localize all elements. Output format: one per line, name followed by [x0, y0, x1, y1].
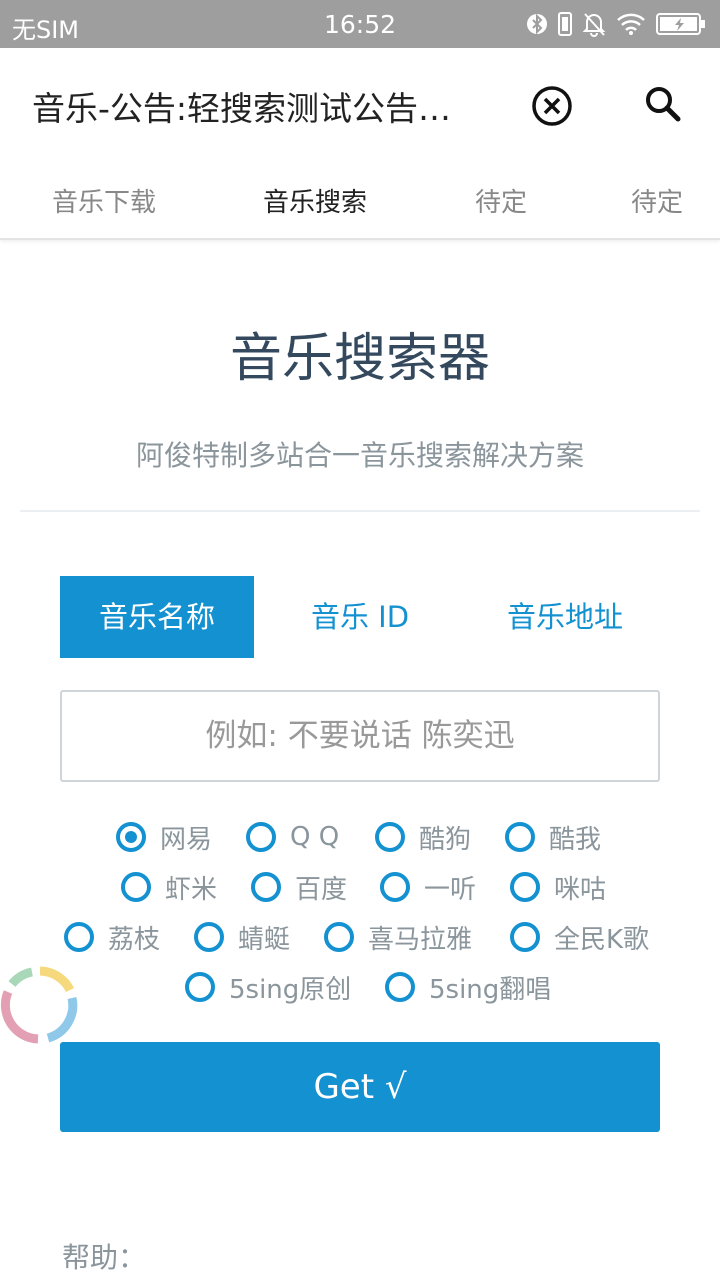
radio-icon[interactable]	[385, 972, 415, 1002]
source-label: 咪咕	[554, 874, 607, 905]
main-subheading: 阿俊特制多站合一音乐搜索解决方案	[135, 439, 584, 472]
search-input[interactable]	[60, 690, 660, 782]
tab-pending-2[interactable]: 待定	[631, 182, 683, 219]
source-label: 虾米	[165, 874, 218, 905]
source-label: 蜻蜓	[238, 924, 291, 955]
tab-pending-1[interactable]: 待定	[475, 182, 527, 219]
close-icon[interactable]	[529, 83, 575, 129]
source-label: 5sing原创	[229, 974, 352, 1005]
source-label: Q Q	[290, 822, 340, 852]
source-option-netease[interactable]: 网易	[116, 817, 212, 857]
tab-music-search[interactable]: 音乐搜索	[263, 182, 367, 219]
source-option-5sing-original[interactable]: 5sing原创	[185, 967, 351, 1007]
source-option-kuwo[interactable]: 酷我	[505, 817, 601, 857]
mute-bell-icon	[582, 11, 606, 37]
radio-icon[interactable]	[375, 822, 405, 852]
source-option-qq[interactable]: Q Q	[246, 817, 339, 857]
radio-checked-icon[interactable]	[116, 822, 146, 852]
source-option-ximalaya[interactable]: 喜马拉雅	[324, 917, 472, 957]
radio-icon[interactable]	[324, 922, 354, 952]
source-label: 网易	[160, 824, 213, 855]
help-label: 帮助：	[62, 1241, 147, 1274]
vibrate-icon	[558, 12, 572, 36]
status-bar: 无SIM 16:52	[0, 0, 720, 48]
source-option-5sing-cover[interactable]: 5sing翻唱	[385, 967, 551, 1007]
radio-icon[interactable]	[380, 872, 410, 902]
source-option-xiami[interactable]: 虾米	[121, 867, 217, 907]
page-title: 音乐-公告:轻搜索测试公告…	[32, 89, 452, 128]
source-label: 全民K歌	[554, 924, 650, 955]
floating-ball-icon[interactable]	[0, 958, 86, 1052]
radio-icon[interactable]	[64, 922, 94, 952]
radio-icon[interactable]	[121, 872, 151, 902]
source-option-quanmin-kge[interactable]: 全民K歌	[510, 917, 649, 957]
source-label: 5sing翻唱	[429, 974, 552, 1005]
battery-charging-icon	[656, 11, 706, 37]
source-option-baidu[interactable]: 百度	[251, 867, 347, 907]
source-label: 酷我	[549, 824, 602, 855]
source-option-kugou[interactable]: 酷狗	[375, 817, 471, 857]
radio-icon[interactable]	[194, 922, 224, 952]
search-icon[interactable]	[640, 81, 686, 127]
top-tab-bar: 音乐下载 音乐搜索 待定 待定	[0, 160, 720, 240]
main-heading: 音乐搜索器	[229, 329, 490, 389]
source-option-yiting[interactable]: 一听	[380, 867, 476, 907]
source-option-lizhi[interactable]: 荔枝	[64, 917, 160, 957]
source-label: 喜马拉雅	[368, 924, 473, 955]
radio-icon[interactable]	[510, 922, 540, 952]
status-icons	[526, 10, 706, 38]
mode-tab-name[interactable]: 音乐名称	[60, 576, 254, 658]
source-option-migu[interactable]: 咪咕	[510, 867, 606, 907]
source-label: 百度	[295, 874, 348, 905]
source-label: 酷狗	[419, 824, 472, 855]
source-option-qingting[interactable]: 蜻蜓	[194, 917, 290, 957]
bluetooth-icon	[526, 11, 548, 37]
divider	[20, 510, 700, 512]
source-label: 一听	[424, 874, 477, 905]
source-label: 荔枝	[108, 924, 161, 955]
radio-icon[interactable]	[251, 872, 281, 902]
search-mode-tabs: 音乐名称 音乐 ID 音乐地址	[60, 576, 660, 658]
radio-icon[interactable]	[185, 972, 215, 1002]
radio-icon[interactable]	[510, 872, 540, 902]
radio-icon[interactable]	[246, 822, 276, 852]
radio-icon[interactable]	[505, 822, 535, 852]
tab-music-download[interactable]: 音乐下载	[52, 182, 156, 219]
mode-tab-url[interactable]: 音乐地址	[470, 576, 660, 658]
wifi-icon	[616, 12, 646, 36]
app-bar: 音乐-公告:轻搜索测试公告…	[0, 48, 720, 160]
get-button[interactable]: Get √	[60, 1042, 660, 1132]
mode-tab-id[interactable]: 音乐 ID	[270, 576, 450, 658]
